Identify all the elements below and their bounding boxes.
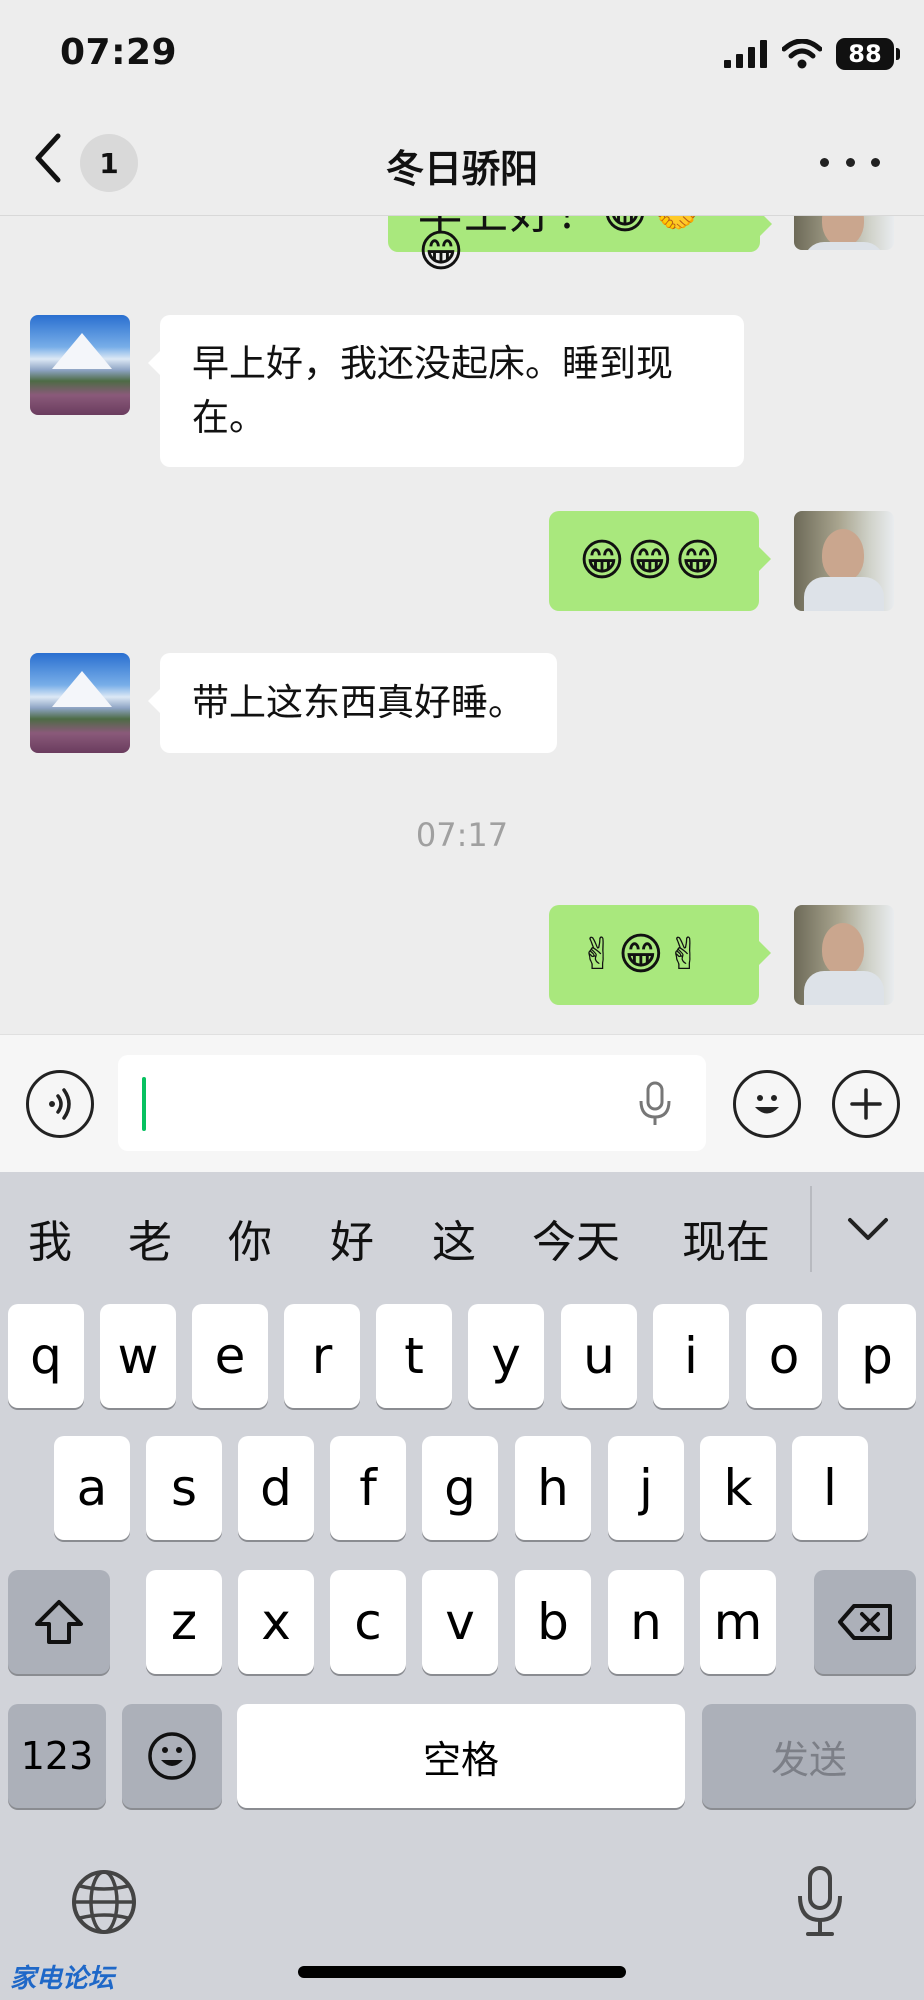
key-g[interactable]: g: [422, 1436, 498, 1540]
candidate-word[interactable]: 今天: [532, 1206, 620, 1270]
plus-icon: [850, 1088, 882, 1120]
key-p[interactable]: p: [838, 1304, 916, 1408]
key-t[interactable]: t: [376, 1304, 452, 1408]
key-e[interactable]: e: [192, 1304, 268, 1408]
candidate-word[interactable]: 现在: [682, 1206, 770, 1270]
candidate-word[interactable]: 好: [330, 1206, 374, 1270]
chevron-down-icon[interactable]: [846, 1214, 890, 1244]
key-v[interactable]: v: [422, 1570, 498, 1674]
message-input[interactable]: [118, 1055, 706, 1151]
message-bubble-outgoing[interactable]: 早上好！😁🤝😁: [388, 216, 772, 274]
message-text: 早上好，我还没起床。睡到现在。: [192, 342, 673, 439]
key-u[interactable]: u: [561, 1304, 637, 1408]
numbers-key[interactable]: 123: [8, 1704, 106, 1808]
key-m[interactable]: m: [700, 1570, 776, 1674]
key-h[interactable]: h: [515, 1436, 591, 1540]
more-button[interactable]: [820, 150, 880, 174]
key-o[interactable]: o: [746, 1304, 822, 1408]
message-bubble-incoming[interactable]: 带上这东西真好睡。: [148, 653, 557, 753]
key-n[interactable]: n: [608, 1570, 684, 1674]
avatar-self[interactable]: [794, 216, 894, 250]
send-key[interactable]: 发送: [702, 1704, 916, 1808]
message-text: 早上好！😁🤝😁: [418, 216, 705, 277]
status-icons: 88: [724, 38, 900, 70]
battery-indicator: 88: [836, 38, 900, 70]
watermark-logo: 家电论坛: [10, 1964, 115, 1994]
signal-icon: [724, 40, 767, 68]
more-icon: [820, 157, 829, 167]
chat-title: 冬日骄阳: [385, 147, 538, 191]
key-k[interactable]: k: [700, 1436, 776, 1540]
input-bar: [0, 1034, 924, 1173]
delete-key[interactable]: [814, 1570, 916, 1674]
voice-mode-icon: [49, 1088, 71, 1120]
candidate-word[interactable]: 我: [28, 1206, 72, 1270]
message-timestamp: 07:17: [415, 816, 509, 854]
key-r[interactable]: r: [284, 1304, 360, 1408]
message-text: 😁😁😁: [579, 535, 723, 586]
microphone-icon[interactable]: [638, 1081, 672, 1127]
more-actions-button[interactable]: [832, 1070, 900, 1138]
key-y[interactable]: y: [468, 1304, 544, 1408]
emoji-button[interactable]: [733, 1070, 801, 1138]
avatar-self[interactable]: [794, 511, 894, 611]
key-w[interactable]: w: [100, 1304, 176, 1408]
wifi-icon: [782, 39, 822, 69]
key-j[interactable]: j: [608, 1436, 684, 1540]
key-f[interactable]: f: [330, 1436, 406, 1540]
emoji-key[interactable]: [122, 1704, 222, 1808]
message-bubble-incoming[interactable]: 早上好，我还没起床。睡到现在。: [148, 315, 744, 467]
emoji-icon: [755, 1095, 779, 1114]
message-text: 带上这东西真好睡。: [192, 681, 525, 724]
globe-icon[interactable]: [70, 1868, 138, 1936]
delete-icon: [838, 1604, 892, 1640]
key-a[interactable]: a: [54, 1436, 130, 1540]
voice-mode-button[interactable]: [26, 1070, 94, 1138]
emoji-icon: [148, 1732, 196, 1780]
key-l[interactable]: l: [792, 1436, 868, 1540]
key-q[interactable]: q: [8, 1304, 84, 1408]
key-b[interactable]: b: [515, 1570, 591, 1674]
candidate-divider: [810, 1186, 812, 1272]
space-key[interactable]: 空格: [237, 1704, 685, 1808]
candidate-word[interactable]: 老: [128, 1206, 172, 1270]
key-s[interactable]: s: [146, 1436, 222, 1540]
message-bubble-outgoing[interactable]: ✌😁✌: [549, 905, 771, 1005]
key-d[interactable]: d: [238, 1436, 314, 1540]
shift-icon: [35, 1600, 83, 1644]
text-caret: [142, 1077, 146, 1131]
message-text: ✌😁✌: [579, 929, 705, 980]
message-list[interactable]: 早上好！😁🤝😁 早上好，我还没起床。睡到现在。 😁😁😁 带上这东西真好睡。 ✌😁…: [0, 216, 924, 1034]
shift-key[interactable]: [8, 1570, 110, 1674]
keyboard: 我 老 你 好 这 今天 现在 q w e r t y u i o p a s …: [0, 1172, 924, 2000]
key-c[interactable]: c: [330, 1570, 406, 1674]
home-indicator[interactable]: [298, 1966, 626, 1978]
key-i[interactable]: i: [653, 1304, 729, 1408]
avatar-self[interactable]: [794, 905, 894, 1005]
microphone-icon[interactable]: [794, 1864, 846, 1940]
key-z[interactable]: z: [146, 1570, 222, 1674]
message-bubble-outgoing[interactable]: 😁😁😁: [549, 511, 771, 611]
status-time: 07:29: [60, 32, 178, 73]
avatar-contact[interactable]: [30, 315, 130, 415]
avatar-contact[interactable]: [30, 653, 130, 753]
candidate-word[interactable]: 你: [228, 1206, 272, 1270]
candidate-word[interactable]: 这: [432, 1206, 476, 1270]
key-x[interactable]: x: [238, 1570, 314, 1674]
candidate-bar: 我 老 你 好 这 今天 现在: [0, 1172, 924, 1288]
